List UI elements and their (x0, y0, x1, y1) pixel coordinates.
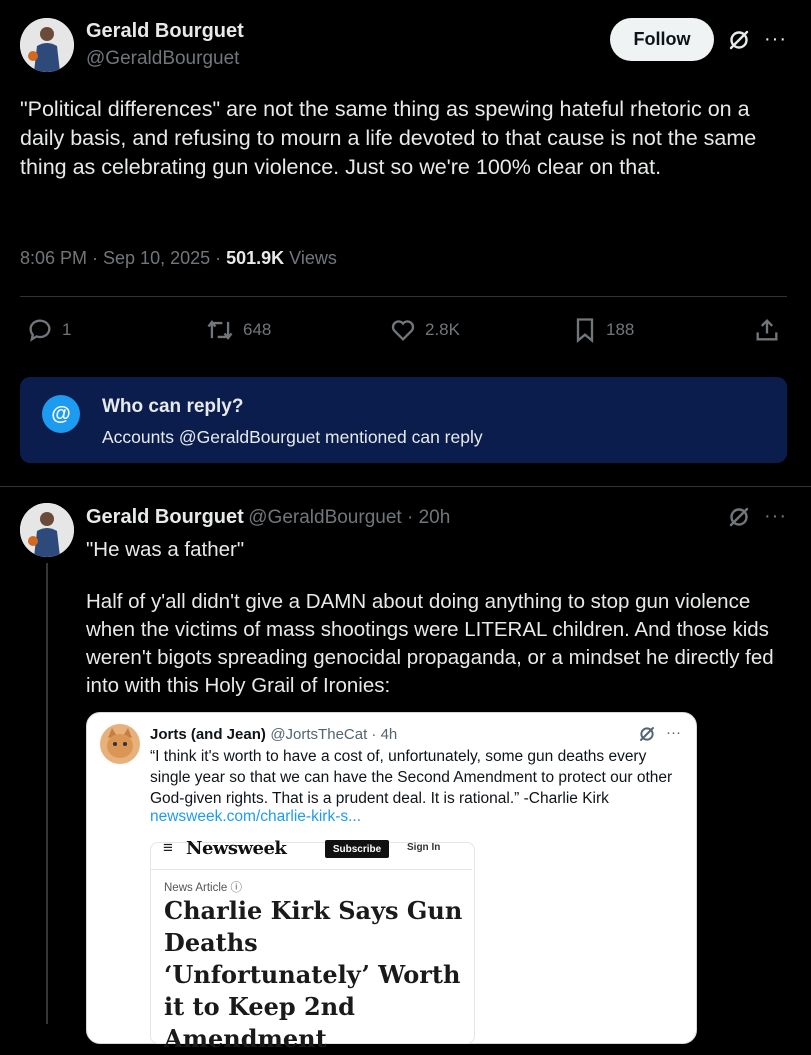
reply-paragraph-2: Half of y'all didn't give a DAMN about d… (86, 590, 774, 697)
article-label: News Article ⓘ (164, 879, 242, 895)
like-count: 2.8K (425, 320, 460, 339)
subscribe-button[interactable]: Subscribe (325, 840, 389, 858)
grok-icon[interactable] (638, 725, 656, 748)
follow-button[interactable]: Follow (610, 18, 714, 61)
grok-icon[interactable] (727, 505, 751, 534)
views-count: 501.9K (226, 248, 285, 268)
grok-icon[interactable] (727, 28, 751, 57)
like-icon (391, 320, 415, 341)
reply-icon (29, 319, 51, 342)
who-can-reply-box (20, 377, 787, 463)
embedded-link[interactable]: newsweek.com/charlie-kirk-s... (150, 808, 361, 826)
repost-button[interactable]: 648 (205, 316, 271, 344)
bookmark-icon (576, 318, 594, 343)
at-icon: @ (42, 395, 80, 433)
reply-author-handle[interactable]: @GeraldBourguet (248, 507, 401, 528)
views-label: Views (284, 248, 337, 268)
reply-author-name[interactable]: Gerald Bourguet (86, 506, 244, 528)
repost-icon (207, 320, 233, 340)
repost-count: 648 (243, 320, 272, 339)
tweet-meta: 8:06 PM · Sep 10, 2025 · 501.9K Views (20, 248, 337, 269)
reply-author-avatar[interactable] (20, 503, 74, 557)
tweet-text: "Political differences" are not the same… (20, 97, 757, 179)
reply-header: Gerald Bourguet @GeraldBourguet · 20h (86, 506, 450, 529)
embedded-header: Jorts (and Jean) @JortsTheCat · 4h (150, 726, 397, 744)
bookmark-count: 188 (606, 320, 635, 339)
timestamp[interactable]: 8:06 PM · Sep 10, 2025 · (20, 248, 226, 268)
author-handle[interactable]: @GeraldBourguet (86, 48, 239, 70)
article-headline[interactable]: Charlie Kirk Says Gun Deaths ‘Unfortunat… (164, 895, 464, 1055)
who-can-reply-title: Who can reply? (102, 396, 244, 417)
author-name[interactable]: Gerald Bourguet (86, 20, 244, 43)
more-icon[interactable]: ··· (666, 724, 681, 741)
who-can-reply-subtitle: Accounts @GeraldBourguet mentioned can r… (102, 427, 483, 447)
sign-in-link[interactable]: Sign In (407, 842, 440, 853)
divider (20, 296, 787, 297)
embedded-text: “I think it's worth to have a cost of, u… (150, 748, 673, 807)
more-icon[interactable]: ··· (764, 505, 787, 528)
reply-paragraph-1: "He was a father" (86, 538, 245, 561)
reply-button[interactable]: 1 (26, 316, 71, 344)
embedded-author-name[interactable]: Jorts (and Jean) (150, 726, 266, 743)
reply-time[interactable]: · 20h (402, 507, 450, 528)
info-icon: ⓘ (230, 882, 242, 894)
like-button[interactable]: 2.8K (389, 316, 460, 344)
news-article-label: News Article (164, 882, 228, 894)
embedded-time: · 4h (367, 726, 398, 743)
embedded-author-handle[interactable]: @JortsTheCat (270, 726, 367, 743)
section-divider (0, 486, 811, 487)
card-divider (151, 869, 472, 870)
more-icon[interactable]: ··· (764, 28, 787, 51)
author-avatar[interactable] (20, 18, 74, 72)
newsweek-logo: Newsweek (186, 838, 287, 859)
bookmark-button[interactable]: 188 (572, 316, 634, 344)
menu-icon[interactable]: ≡ (163, 838, 173, 858)
share-icon (756, 319, 778, 341)
share-button[interactable] (753, 316, 781, 344)
reply-count: 1 (62, 320, 72, 339)
embedded-avatar[interactable] (100, 724, 140, 764)
thread-line (46, 563, 48, 1024)
